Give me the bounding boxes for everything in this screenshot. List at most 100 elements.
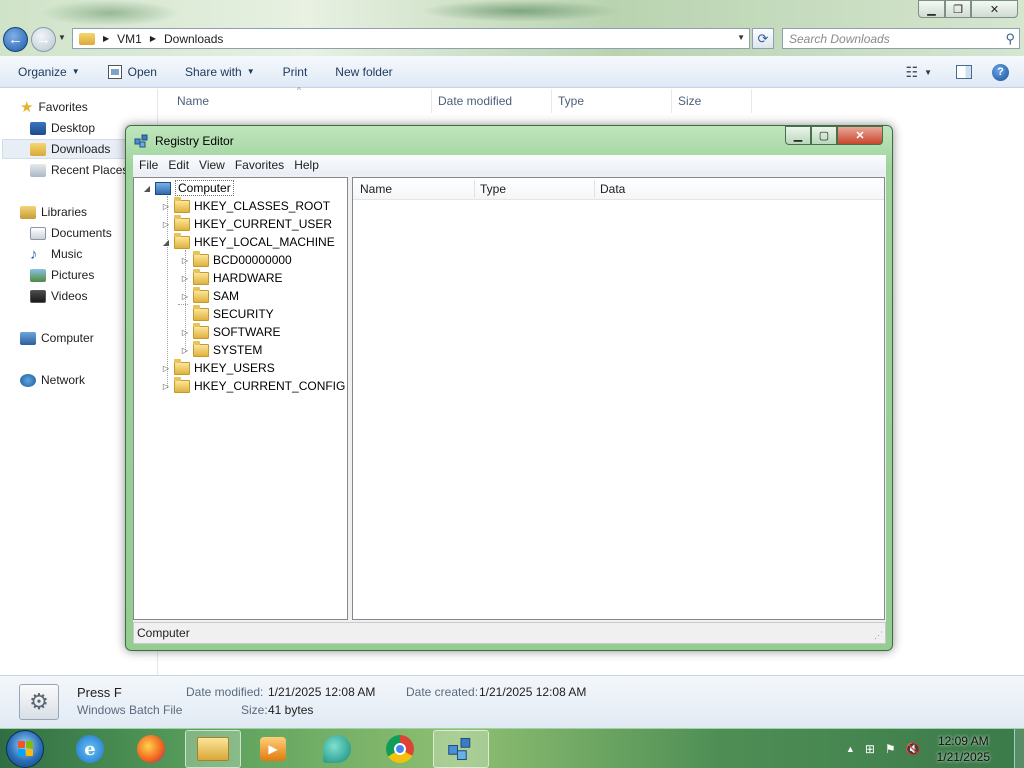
back-button[interactable]: ← <box>3 27 28 52</box>
column-divider[interactable] <box>431 89 432 113</box>
column-type[interactable]: Type <box>480 182 506 196</box>
column-data[interactable]: Data <box>600 182 625 196</box>
expand-icon[interactable]: ▷ <box>180 328 190 337</box>
expand-icon[interactable]: ▷ <box>180 292 190 301</box>
chevron-right-icon[interactable]: ▶ <box>150 34 156 43</box>
expand-icon[interactable]: ▷ <box>161 364 171 373</box>
network-tray-icon[interactable]: ⊞ <box>865 742 875 756</box>
tree-node-hkey-classes-root[interactable]: ▷ HKEY_CLASSES_ROOT <box>161 196 330 215</box>
tree-node-hardware[interactable]: ▷ HARDWARE <box>180 268 283 287</box>
search-input[interactable]: Search Downloads ⚲ <box>782 28 1020 49</box>
view-options-icon[interactable]: ☷ <box>906 64 919 81</box>
nav-recent-places[interactable]: Recent Places <box>30 160 128 180</box>
registry-values-pane[interactable]: Name Type Data <box>352 177 885 620</box>
organize-button[interactable]: Organize ▼ <box>18 65 80 79</box>
show-desktop-button[interactable] <box>1014 729 1024 768</box>
taskbar-windows-explorer[interactable] <box>185 730 241 768</box>
menu-help[interactable]: Help <box>294 158 319 172</box>
taskbar-internet-explorer[interactable]: e <box>62 730 118 768</box>
column-size[interactable]: Size <box>678 94 701 108</box>
taskbar-chrome[interactable] <box>372 730 428 768</box>
column-divider[interactable] <box>594 180 595 198</box>
new-folder-button[interactable]: New folder <box>335 65 392 79</box>
minimize-button[interactable]: ▁ <box>918 0 945 18</box>
tree-node-security[interactable]: SECURITY <box>180 304 274 323</box>
tree-node-computer[interactable]: ◢ Computer <box>142 179 234 197</box>
close-button[interactable]: ✕ <box>971 0 1018 18</box>
details-size: 41 bytes <box>268 703 314 717</box>
menu-file[interactable]: File <box>139 158 158 172</box>
expand-icon[interactable]: ▷ <box>180 256 190 265</box>
column-divider[interactable] <box>751 89 752 113</box>
expand-icon[interactable]: ▷ <box>161 202 171 211</box>
print-button[interactable]: Print <box>283 65 308 79</box>
preview-pane-icon[interactable] <box>956 65 972 79</box>
menu-favorites[interactable]: Favorites <box>235 158 284 172</box>
forward-button[interactable]: → <box>31 27 56 52</box>
tree-node-hkey-current-config[interactable]: ▷ HKEY_CURRENT_CONFIG <box>161 376 345 395</box>
taskbar-registry-editor[interactable] <box>433 730 489 768</box>
column-name[interactable]: Name <box>360 182 392 196</box>
nav-favorites[interactable]: ★ Favorites <box>20 97 88 117</box>
column-date-modified[interactable]: Date modified <box>438 94 512 108</box>
help-icon[interactable]: ? <box>992 63 1009 81</box>
nav-computer[interactable]: Computer <box>20 328 94 348</box>
tree-node-hkey-current-user[interactable]: ▷ HKEY_CURRENT_USER <box>161 214 332 233</box>
resize-grip-icon[interactable]: ⋰ <box>874 630 883 641</box>
nav-libraries[interactable]: Libraries <box>20 202 87 222</box>
computer-icon <box>20 331 36 345</box>
open-button[interactable]: Open <box>107 64 157 79</box>
taskbar-media-player[interactable]: ▶ <box>245 730 301 768</box>
expand-icon[interactable]: ▷ <box>161 220 171 229</box>
tree-node-software[interactable]: ▷ SOFTWARE <box>180 322 281 341</box>
recent-pages-dropdown[interactable]: ▼ <box>58 33 66 42</box>
column-divider[interactable] <box>551 89 552 113</box>
expand-icon[interactable]: ▷ <box>180 274 190 283</box>
menu-edit[interactable]: Edit <box>168 158 189 172</box>
nav-videos[interactable]: Videos <box>30 286 87 306</box>
chevron-right-icon[interactable]: ▶ <box>103 34 109 43</box>
collapse-icon[interactable]: ◢ <box>161 238 171 247</box>
show-hidden-icons-button[interactable]: ▲ <box>846 744 855 754</box>
action-center-flag-icon[interactable]: ⚑ <box>885 742 896 756</box>
volume-muted-icon[interactable]: 🔇 <box>906 742 921 756</box>
registry-tree-pane[interactable]: ◢ Computer ▷ HKEY_CLASSES_ROOT ▷ HKEY_CU… <box>133 177 348 620</box>
collapse-icon[interactable]: ◢ <box>142 184 152 193</box>
maximize-button[interactable]: ▢ <box>811 126 837 145</box>
minimize-button[interactable]: ▁ <box>785 126 811 145</box>
nav-music-label: Music <box>51 247 83 261</box>
tree-node-system[interactable]: ▷ SYSTEM <box>180 340 262 359</box>
nav-pictures[interactable]: Pictures <box>30 265 94 285</box>
breadcrumb-downloads[interactable]: Downloads <box>164 32 223 46</box>
nav-music[interactable]: ♪ Music <box>30 244 82 264</box>
nav-documents[interactable]: Documents <box>30 223 112 243</box>
column-divider[interactable] <box>671 89 672 113</box>
close-button[interactable]: ✕ <box>837 126 883 145</box>
breadcrumb-vm1[interactable]: VM1 <box>117 32 142 46</box>
tree-node-hkey-local-machine[interactable]: ◢ HKEY_LOCAL_MACHINE <box>161 232 335 251</box>
menu-view[interactable]: View <box>199 158 225 172</box>
start-button[interactable] <box>6 730 44 768</box>
nav-network[interactable]: Network <box>20 370 85 390</box>
maximize-button[interactable]: ❐ <box>945 0 971 18</box>
chevron-down-icon[interactable]: ▼ <box>737 33 745 42</box>
tree-node-sam[interactable]: ▷ SAM <box>180 286 239 305</box>
column-type[interactable]: Type <box>558 94 584 108</box>
chevron-down-icon[interactable]: ▼ <box>924 68 932 77</box>
status-path: Computer <box>137 626 190 640</box>
share-with-button[interactable]: Share with ▼ <box>185 65 255 79</box>
nav-desktop[interactable]: Desktop <box>30 118 95 138</box>
refresh-button[interactable]: ⟳ <box>752 28 774 49</box>
expand-icon[interactable]: ▷ <box>161 382 171 391</box>
search-icon[interactable]: ⚲ <box>1005 31 1015 47</box>
expand-icon[interactable]: ▷ <box>180 346 190 355</box>
column-name[interactable]: Name <box>177 94 209 108</box>
nav-network-label: Network <box>41 373 86 387</box>
taskbar-chat-app[interactable] <box>309 730 365 768</box>
column-divider[interactable] <box>474 180 475 198</box>
clock[interactable]: 12:09 AM 1/21/2025 <box>937 733 990 765</box>
taskbar-firefox[interactable] <box>123 730 179 768</box>
tree-node-hkey-users[interactable]: ▷ HKEY_USERS <box>161 358 275 377</box>
address-bar[interactable]: ▶ VM1 ▶ Downloads ▼ <box>72 28 750 49</box>
tree-node-bcd[interactable]: ▷ BCD00000000 <box>180 250 292 269</box>
